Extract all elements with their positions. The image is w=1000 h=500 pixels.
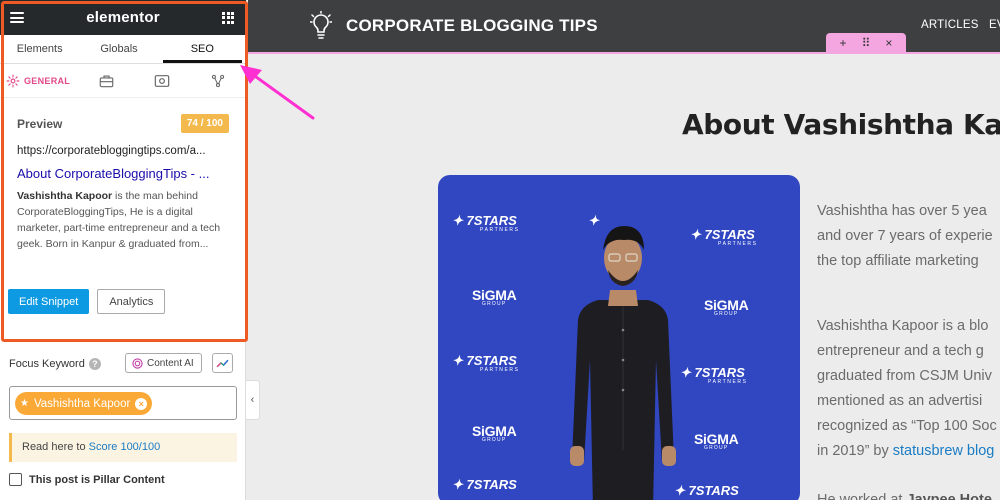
tab-globals[interactable]: Globals — [79, 35, 158, 63]
preview-url: https://corporatebloggingtips.com/a... — [17, 145, 206, 157]
analytics-button[interactable]: Analytics — [97, 289, 166, 314]
focus-keyword-input[interactable]: ★ Vashishtha Kapoor × — [9, 386, 237, 420]
preview-description: Vashishtha Kapoor is the man behind Corp… — [17, 188, 229, 252]
content-ai-label: Content AI — [147, 357, 194, 369]
preview-header: Preview 74 / 100 — [17, 114, 229, 133]
sigma-logo: SiGMA GROUP — [694, 431, 739, 451]
snippet-preview: Preview 74 / 100 https://corporatebloggi… — [8, 104, 236, 332]
subtab-advanced[interactable] — [79, 64, 135, 98]
edit-snippet-button[interactable]: Edit Snippet — [8, 289, 90, 314]
collapse-panel-toggle[interactable]: ‹ — [246, 380, 260, 420]
preview-seo-title: About CorporateBloggingTips - ... — [17, 166, 210, 181]
stars-logo: ✦ 7STARS PARTNERS — [690, 227, 758, 247]
content-ai-button[interactable]: Content AI — [125, 353, 202, 373]
widgets-grid-icon[interactable] — [222, 11, 234, 24]
keyword-chip[interactable]: ★ Vashishtha Kapoor × — [15, 392, 153, 415]
nav-events[interactable]: EV — [989, 19, 1000, 31]
paragraph-3: He worked at Jaypee Hote — [817, 488, 992, 500]
star-icon: ★ — [20, 398, 29, 409]
sigma-logo: SiGMA GROUP — [472, 423, 517, 443]
pillar-checkbox[interactable] — [9, 473, 22, 486]
gear-icon — [6, 74, 20, 87]
keyword-chip-label: Vashishtha Kapoor — [33, 397, 131, 410]
sigma-logo: SiGMA GROUP — [472, 287, 517, 307]
lightbulb-icon — [310, 11, 332, 39]
score-notice: Read here to Score 100/100 — [9, 433, 237, 462]
schema-nodes-icon — [211, 74, 225, 87]
focus-keyword-label: Focus Keyword — [9, 358, 85, 370]
subtab-general-label: GENERAL — [24, 75, 71, 86]
pillar-content-label: This post is Pillar Content — [29, 473, 165, 486]
briefcase-icon — [99, 74, 114, 87]
remove-keyword-icon[interactable]: × — [135, 397, 148, 410]
panel-tabs: Elements Globals SEO — [0, 35, 246, 64]
pillar-content-option[interactable]: This post is Pillar Content — [9, 473, 165, 486]
elementor-logo: elementor — [86, 9, 160, 26]
person-figure — [570, 226, 676, 500]
delete-section-icon[interactable]: × — [885, 36, 892, 50]
section-handle[interactable]: + ⠿ × — [826, 33, 906, 52]
subtab-schema[interactable] — [190, 64, 246, 98]
paragraph-1: Vashishtha has over 5 yea and over 7 yea… — [817, 203, 993, 269]
screen: elementor Elements Globals SEO GENERAL P… — [0, 0, 1000, 500]
preview-actions: Edit Snippet Analytics — [8, 289, 166, 314]
section-outline — [248, 52, 1000, 54]
editor-topbar: elementor — [0, 0, 246, 35]
page-title: About Vashishtha Kap — [682, 108, 1000, 141]
site-name[interactable]: CORPORATE BLOGGING TIPS — [346, 16, 598, 36]
focus-keyword-row: Focus Keyword ? Content AI — [9, 353, 237, 375]
seo-score-badge: 74 / 100 — [180, 114, 229, 133]
notice-prefix: Read here to — [22, 441, 89, 453]
content-ai-icon — [132, 357, 143, 369]
help-icon[interactable]: ? — [88, 358, 101, 370]
stars-logo: ✦ 7STARS — [452, 477, 517, 492]
subtab-general[interactable]: GENERAL — [0, 64, 79, 98]
drag-section-icon[interactable]: ⠿ — [862, 36, 871, 50]
seo-subtabs: GENERAL — [0, 64, 246, 98]
statusbrew-link[interactable]: statusbrew blog — [893, 443, 995, 459]
tab-seo[interactable]: SEO — [162, 35, 242, 63]
preview-title: Preview — [17, 116, 63, 131]
jaypee-link[interactable]: Jaypee Hote — [906, 492, 991, 500]
stars-logo: ✦ 7STARS PARTNERS — [452, 353, 520, 373]
score-link[interactable]: Score 100/100 — [89, 441, 161, 453]
author-photo: ✦ 7STARS PARTNERS ✦ 7STARS PARTNERS ✦ SiGM… — [438, 175, 800, 500]
trends-button[interactable] — [212, 353, 233, 373]
stars-logo: ✦ 7STARS PARTNERS — [680, 365, 748, 385]
hamburger-menu-icon[interactable] — [10, 12, 24, 23]
stars-logo: ✦ 7STARS PARTNERS — [452, 213, 520, 233]
preview-desc-name: Vashishtha Kapoor — [17, 190, 113, 202]
trend-chart-icon — [216, 359, 229, 367]
sigma-logo: SiGMA GROUP — [704, 297, 749, 317]
paragraph-2: Vashishtha Kapoor is a blo entrepreneur … — [817, 318, 997, 459]
nav-articles[interactable]: ARTICLES — [921, 19, 979, 31]
add-section-icon[interactable]: + — [840, 36, 847, 50]
subtab-social[interactable] — [134, 64, 190, 98]
tab-elements[interactable]: Elements — [0, 35, 79, 63]
editor-panel: elementor Elements Globals SEO GENERAL P… — [0, 0, 246, 500]
social-card-icon — [155, 74, 170, 87]
